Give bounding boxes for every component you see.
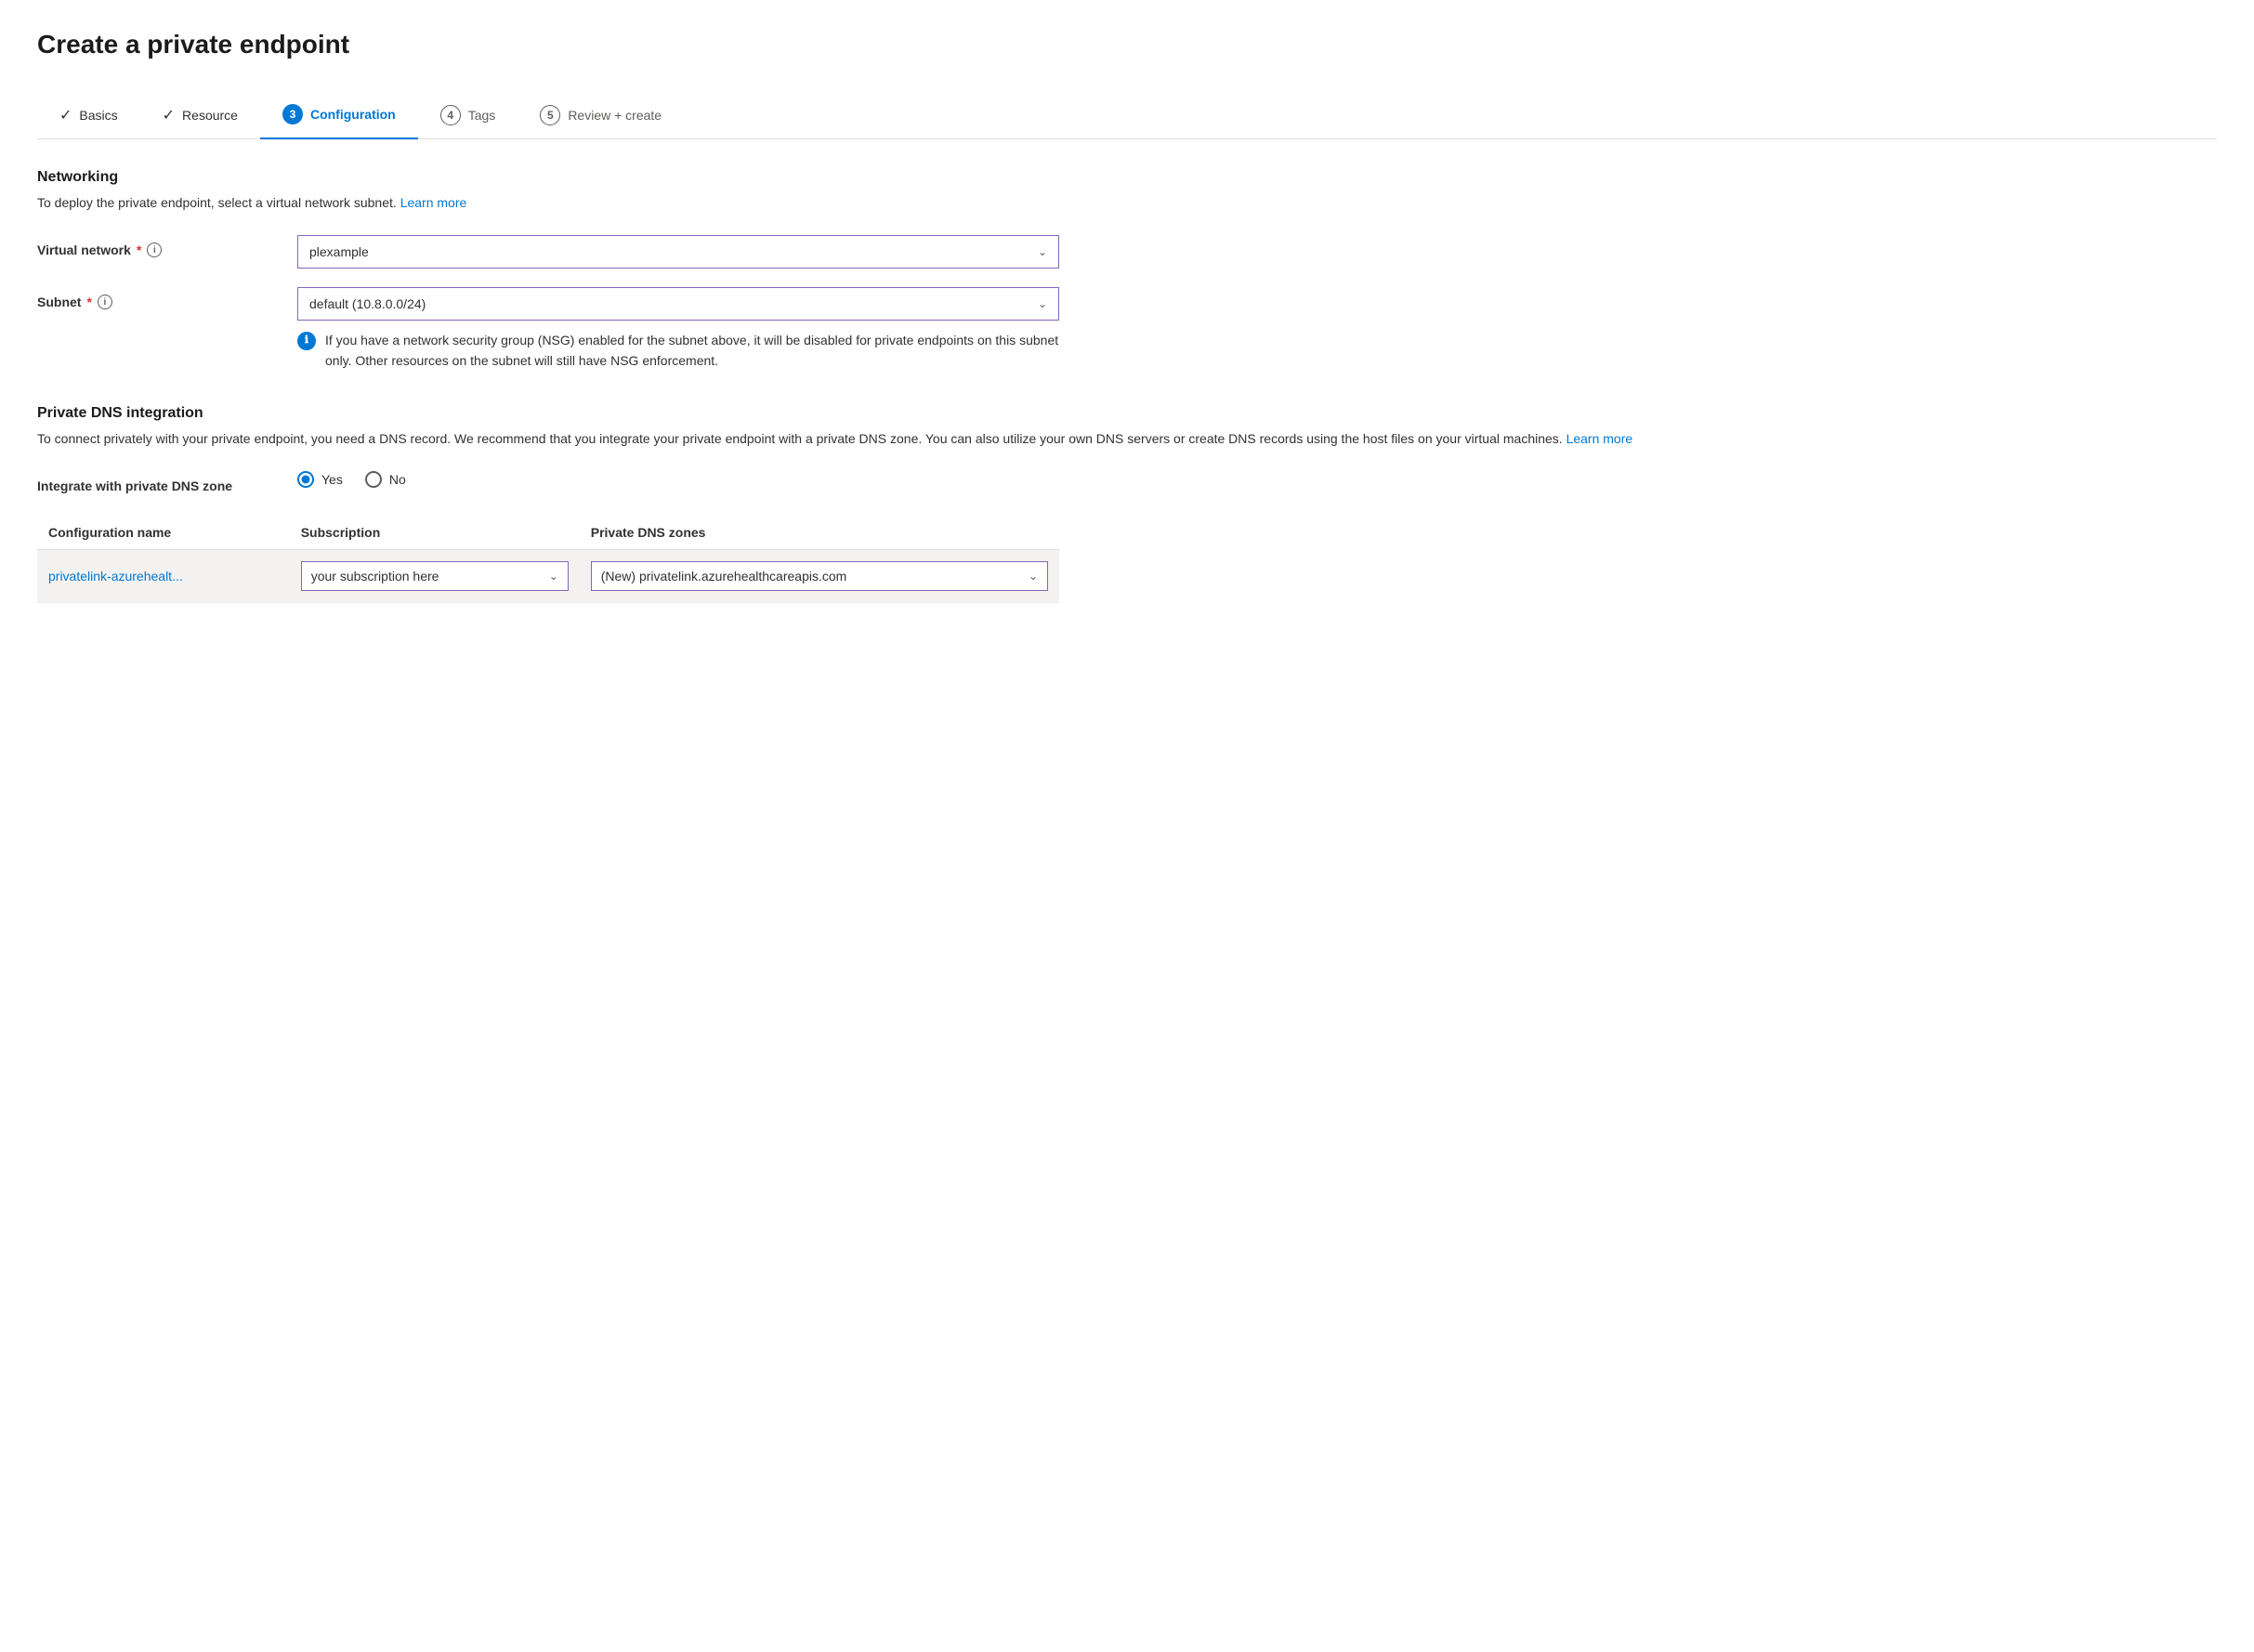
table-row: privatelink-azurehealt... your subscript… bbox=[37, 549, 1059, 602]
checkmark-icon: ✓ bbox=[59, 106, 72, 125]
subnet-value: default (10.8.0.0/24) bbox=[309, 296, 426, 311]
virtual-network-row: Virtual network * i plexample ⌄ bbox=[37, 235, 1059, 269]
dns-col-subscription: Subscription bbox=[290, 516, 580, 550]
nsg-info-box: ℹ If you have a network security group (… bbox=[297, 330, 1059, 372]
tab-configuration-label: Configuration bbox=[310, 107, 396, 122]
networking-title: Networking bbox=[37, 169, 2217, 186]
dns-radio-no[interactable]: No bbox=[365, 471, 406, 488]
dns-radio-yes[interactable]: Yes bbox=[297, 471, 343, 488]
radio-yes-label: Yes bbox=[321, 472, 343, 487]
nsg-info-circle-icon: ℹ bbox=[297, 332, 316, 350]
dns-col-config: Configuration name bbox=[37, 516, 290, 550]
dns-col-zones: Private DNS zones bbox=[580, 516, 1059, 550]
nsg-info-text: If you have a network security group (NS… bbox=[325, 330, 1059, 372]
tab-basics[interactable]: ✓ Basics bbox=[37, 95, 140, 138]
dns-section-title: Private DNS integration bbox=[37, 405, 2217, 422]
chevron-down-icon-subnet: ⌄ bbox=[1038, 297, 1047, 310]
dns-radio-group: Yes No bbox=[297, 471, 1059, 488]
chevron-down-icon: ⌄ bbox=[1038, 245, 1047, 258]
radio-no-input[interactable] bbox=[365, 471, 382, 488]
virtual-network-dropdown[interactable]: plexample ⌄ bbox=[297, 235, 1059, 269]
step-circle-3: 3 bbox=[282, 104, 303, 125]
subnet-label: Subnet * i bbox=[37, 287, 297, 309]
dns-subscription-dropdown[interactable]: your subscription here ⌄ bbox=[301, 561, 569, 591]
dns-subscription-cell: your subscription here ⌄ bbox=[290, 549, 580, 602]
dns-integrate-label: Integrate with private DNS zone bbox=[37, 471, 297, 493]
tab-basics-label: Basics bbox=[79, 108, 117, 123]
tab-configuration[interactable]: 3 Configuration bbox=[260, 93, 418, 139]
networking-learn-more-link[interactable]: Learn more bbox=[400, 195, 467, 210]
dns-table: Configuration name Subscription Private … bbox=[37, 516, 1059, 603]
dns-integrate-row: Integrate with private DNS zone Yes No bbox=[37, 471, 1059, 493]
dns-section: Private DNS integration To connect priva… bbox=[37, 405, 2217, 603]
dns-table-header: Configuration name Subscription Private … bbox=[37, 516, 1059, 550]
chevron-down-icon-sub: ⌄ bbox=[549, 570, 558, 583]
dns-learn-more-link[interactable]: Learn more bbox=[1566, 431, 1633, 446]
tab-review-label: Review + create bbox=[568, 108, 662, 123]
step-circle-4: 4 bbox=[440, 105, 461, 125]
tab-resource[interactable]: ✓ Resource bbox=[140, 95, 260, 138]
virtual-network-label: Virtual network * i bbox=[37, 235, 297, 257]
subnet-row: Subnet * i default (10.8.0.0/24) ⌄ ℹ If … bbox=[37, 287, 1059, 372]
dns-subscription-value: your subscription here bbox=[311, 569, 439, 583]
tab-tags-label: Tags bbox=[468, 108, 496, 123]
virtual-network-info-icon[interactable]: i bbox=[147, 243, 162, 257]
dns-config-name: privatelink-azurehealt... bbox=[48, 569, 183, 583]
dns-table-body: privatelink-azurehealt... your subscript… bbox=[37, 549, 1059, 602]
dns-section-description: To connect privately with your private e… bbox=[37, 429, 2217, 449]
virtual-network-value: plexample bbox=[309, 244, 369, 259]
chevron-down-icon-zone: ⌄ bbox=[1029, 570, 1038, 583]
tab-review[interactable]: 5 Review + create bbox=[518, 94, 684, 138]
subnet-required: * bbox=[86, 295, 91, 309]
dns-config-name-cell: privatelink-azurehealt... bbox=[37, 549, 290, 602]
dns-zone-dropdown[interactable]: (New) privatelink.azurehealthcareapis.co… bbox=[591, 561, 1048, 591]
virtual-network-required: * bbox=[137, 243, 141, 257]
tab-tags[interactable]: 4 Tags bbox=[418, 94, 518, 138]
dns-zone-cell: (New) privatelink.azurehealthcareapis.co… bbox=[580, 549, 1059, 602]
step-circle-5: 5 bbox=[540, 105, 560, 125]
wizard-tabs: ✓ Basics ✓ Resource 3 Configuration 4 Ta… bbox=[37, 93, 2217, 139]
networking-description: To deploy the private endpoint, select a… bbox=[37, 193, 2217, 213]
tab-resource-label: Resource bbox=[182, 108, 238, 123]
dns-zone-value: (New) privatelink.azurehealthcareapis.co… bbox=[601, 569, 847, 583]
networking-section: Networking To deploy the private endpoin… bbox=[37, 169, 2217, 372]
radio-no-label: No bbox=[389, 472, 406, 487]
checkmark-icon-2: ✓ bbox=[163, 106, 175, 125]
page-title: Create a private endpoint bbox=[37, 30, 2217, 59]
subnet-info-icon[interactable]: i bbox=[98, 295, 112, 309]
subnet-dropdown[interactable]: default (10.8.0.0/24) ⌄ bbox=[297, 287, 1059, 321]
dns-radio-options: Yes No bbox=[297, 471, 1059, 488]
radio-yes-input[interactable] bbox=[297, 471, 314, 488]
virtual-network-control: plexample ⌄ bbox=[297, 235, 1059, 269]
subnet-control: default (10.8.0.0/24) ⌄ ℹ If you have a … bbox=[297, 287, 1059, 372]
